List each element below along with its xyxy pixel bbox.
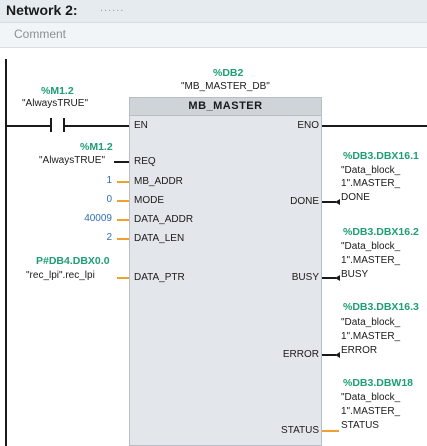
data-ptr-address[interactable]: P#DB4.DBX0.0 [36,255,110,267]
pin-status: STATUS [281,425,319,436]
pin-busy: BUSY [291,272,319,283]
status-line3[interactable]: STATUS [341,420,379,431]
busy-line1[interactable]: "Data_block_ [341,241,400,252]
busy-wire [322,277,336,279]
busy-line2[interactable]: 1".MASTER_ [341,255,400,266]
network-title: Network 2: [6,2,78,18]
block-title: MB_MASTER [129,97,322,116]
rung-wire-eno [322,125,427,127]
req-address[interactable]: %M1.2 [80,141,113,153]
rung-wire-left [7,125,50,127]
error-address[interactable]: %DB3.DBX16.3 [343,301,419,313]
status-wire [322,430,339,432]
data-ptr-name[interactable]: "rec_lpi".rec_lpi [26,270,95,281]
error-wire [322,354,336,356]
contact-left-bar [50,118,52,132]
done-pointer-icon [335,199,340,205]
comment-field[interactable]: Comment [14,27,66,41]
pin-data-ptr: DATA_PTR [134,272,185,283]
data-len-wire [117,238,129,240]
done-address[interactable]: %DB3.DBX16.1 [343,150,419,162]
contact-address[interactable]: %M1.2 [41,85,74,97]
status-address[interactable]: %DB3.DBW18 [343,377,413,389]
done-wire [322,201,336,203]
req-name[interactable]: "AlwaysTRUE" [39,155,105,166]
pin-error: ERROR [282,349,319,360]
mb-addr-value[interactable]: 1 [100,175,112,186]
network-title-field[interactable]: ...... [100,2,124,14]
data-addr-value[interactable]: 40009 [70,213,112,224]
pin-done: DONE [290,196,319,207]
pin-mb-addr: MB_ADDR [134,176,183,187]
mode-wire [117,200,129,202]
done-line2[interactable]: 1".MASTER_ [341,178,400,189]
status-line2[interactable]: 1".MASTER_ [341,406,400,417]
power-rail [5,59,7,446]
pin-en: EN [134,120,148,131]
mode-value[interactable]: 0 [100,194,112,205]
busy-address[interactable]: %DB3.DBX16.2 [343,226,419,238]
error-line3[interactable]: ERROR [341,345,377,356]
data-len-value[interactable]: 2 [100,232,112,243]
done-line1[interactable]: "Data_block_ [341,165,400,176]
mb-addr-wire [117,181,129,183]
pin-data-addr: DATA_ADDR [134,214,194,225]
pin-mode: MODE [134,195,164,206]
instance-db-address[interactable]: %DB2 [213,67,243,79]
req-wire [114,161,129,163]
busy-pointer-icon [335,275,340,281]
instance-db-name[interactable]: "MB_MASTER_DB" [181,81,270,92]
done-line3[interactable]: DONE [341,192,370,203]
pin-eno: ENO [297,120,319,131]
busy-line3[interactable]: BUSY [341,269,368,280]
pin-data-len: DATA_LEN [134,233,185,244]
status-line1[interactable]: "Data_block_ [341,392,400,403]
pin-req: REQ [134,156,156,167]
rung-wire-en [65,125,129,127]
data-addr-wire [117,219,129,221]
error-line1[interactable]: "Data_block_ [341,317,400,328]
error-line2[interactable]: 1".MASTER_ [341,331,400,342]
error-pointer-icon [335,352,340,358]
data-ptr-wire [117,277,129,279]
contact-name[interactable]: "AlwaysTRUE" [22,98,88,109]
